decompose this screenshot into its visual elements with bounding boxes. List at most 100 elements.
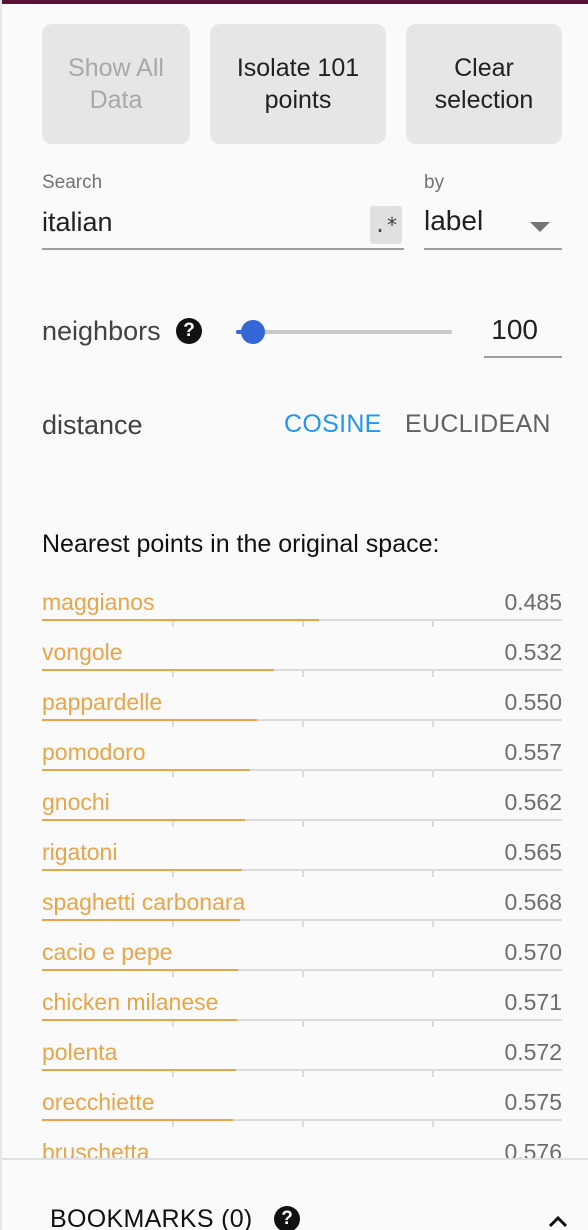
bookmarks-heading[interactable]: BOOKMARKS (0) — [50, 1205, 253, 1230]
nearest-point-distance: 0.532 — [504, 639, 562, 665]
nearest-point-row[interactable]: spaghetti carbonara 0.568 — [42, 884, 562, 934]
distance-bar — [42, 969, 238, 971]
distance-bar-tick — [172, 871, 174, 877]
nearest-point-distance: 0.568 — [504, 889, 562, 915]
nearest-point-distance: 0.570 — [504, 939, 562, 965]
distance-bar-tick — [302, 1071, 304, 1077]
distance-label: distance — [42, 410, 143, 440]
search-input-value[interactable]: italian — [42, 207, 113, 238]
distance-bar-tick — [172, 1121, 174, 1127]
nearest-point-row[interactable]: pappardelle 0.550 — [42, 684, 562, 734]
nearest-point-row[interactable]: maggianos 0.485 — [42, 584, 562, 634]
nearest-point-row[interactable]: pomodoro 0.557 — [42, 734, 562, 784]
help-circle-icon[interactable]: ? — [274, 1206, 300, 1230]
search-by-dropdown[interactable]: label — [424, 200, 562, 250]
nearest-point-label[interactable]: gnochi — [42, 789, 110, 816]
nearest-point-label[interactable]: orecchiette — [42, 1089, 155, 1116]
distance-bar-tick — [302, 821, 304, 827]
distance-bar-tick — [432, 1071, 434, 1077]
distance-bar-tick — [302, 1021, 304, 1027]
distance-bar-tick — [302, 721, 304, 727]
distance-bar-tick — [302, 621, 304, 627]
distance-bar-tick — [172, 671, 174, 677]
nearest-point-label[interactable]: spaghetti carbonara — [42, 889, 245, 916]
distance-bar-tick — [432, 621, 434, 627]
distance-bar — [42, 819, 245, 821]
distance-bar-tick — [432, 921, 434, 927]
distance-bar-tick — [432, 871, 434, 877]
nearest-point-distance: 0.485 — [504, 589, 562, 615]
distance-bar-tick — [432, 821, 434, 827]
distance-bar — [42, 1019, 237, 1021]
distance-bar-tick — [302, 771, 304, 777]
nearest-point-label[interactable]: polenta — [42, 1039, 117, 1066]
search-by-selected[interactable]: label — [424, 205, 483, 237]
distance-bar-tick — [432, 671, 434, 677]
nearest-point-distance: 0.571 — [504, 989, 562, 1015]
nearest-point-label[interactable]: bruschetta — [42, 1139, 149, 1158]
distance-bar — [42, 1119, 233, 1121]
distance-bar-tick — [172, 971, 174, 977]
nearest-point-label[interactable]: pomodoro — [42, 739, 146, 766]
distance-bar — [42, 869, 242, 871]
caret-down-icon[interactable] — [530, 222, 550, 232]
isolate-points-button[interactable]: Isolate 101 points — [210, 24, 386, 144]
nearest-points-list: maggianos 0.485 vongole 0.532 pappardelle 0.5… — [42, 584, 562, 1158]
distance-bar-tick — [432, 1121, 434, 1127]
distance-bar-tick — [302, 971, 304, 977]
search-by-label: by — [424, 172, 445, 193]
nearest-point-row[interactable]: rigatoni 0.565 — [42, 834, 562, 884]
neighbors-input[interactable]: 100 — [484, 308, 562, 358]
search-input[interactable]: italian .* — [42, 200, 404, 250]
section-divider — [2, 1158, 588, 1160]
neighbors-label: neighbors — [42, 316, 161, 346]
nearest-point-row[interactable]: vongole 0.532 — [42, 634, 562, 684]
nearest-point-row[interactable]: bruschetta 0.576 — [42, 1134, 562, 1158]
distance-bar-tick — [172, 1071, 174, 1077]
nearest-point-row[interactable]: gnochi 0.562 — [42, 784, 562, 834]
nearest-point-label[interactable]: pappardelle — [42, 689, 162, 716]
chevron-up-icon[interactable] — [546, 1210, 570, 1230]
nearest-point-row[interactable]: chicken milanese 0.571 — [42, 984, 562, 1034]
neighbors-slider-track[interactable] — [236, 330, 452, 334]
distance-bar-tick — [302, 671, 304, 677]
distance-bar-tick — [432, 971, 434, 977]
nearest-point-distance: 0.572 — [504, 1039, 562, 1065]
distance-bar-tick — [302, 1121, 304, 1127]
show-all-data-button[interactable]: Show All Data — [42, 24, 190, 144]
nearest-point-label[interactable]: maggianos — [42, 589, 155, 616]
nearest-point-row[interactable]: orecchiette 0.575 — [42, 1084, 562, 1134]
nearest-point-distance: 0.550 — [504, 689, 562, 715]
distance-option-euclidean[interactable]: EUCLIDEAN — [405, 410, 551, 439]
distance-bar-tick — [172, 921, 174, 927]
distance-bar-tick — [172, 821, 174, 827]
distance-option-cosine[interactable]: COSINE — [284, 410, 382, 439]
distance-bar — [42, 619, 319, 621]
nearest-point-label[interactable]: cacio e pepe — [42, 939, 172, 966]
nearest-point-distance: 0.576 — [504, 1139, 562, 1158]
neighbors-input-value[interactable]: 100 — [491, 314, 538, 346]
distance-bar — [42, 1069, 236, 1071]
nearest-point-label[interactable]: vongole — [42, 639, 123, 666]
nearest-point-row[interactable]: polenta 0.572 — [42, 1034, 562, 1084]
distance-bar — [42, 919, 240, 921]
neighbors-slider-thumb[interactable] — [241, 320, 265, 344]
nearest-points-heading: Nearest points in the original space: — [42, 530, 440, 558]
nearest-point-label[interactable]: rigatoni — [42, 839, 117, 866]
distance-bar-tick — [172, 721, 174, 727]
help-circle-icon[interactable]: ? — [176, 318, 202, 344]
clear-selection-button[interactable]: Clear selection — [406, 24, 562, 144]
nearest-point-distance: 0.565 — [504, 839, 562, 865]
distance-bar-tick — [432, 1021, 434, 1027]
nearest-point-distance: 0.575 — [504, 1089, 562, 1115]
distance-bar-tick — [432, 721, 434, 727]
nearest-point-row[interactable]: cacio e pepe 0.570 — [42, 934, 562, 984]
distance-bar — [42, 719, 257, 721]
nearest-point-distance: 0.562 — [504, 789, 562, 815]
nearest-point-label[interactable]: chicken milanese — [42, 989, 218, 1016]
search-label: Search — [42, 172, 103, 193]
regex-toggle-button[interactable]: .* — [370, 206, 402, 244]
distance-bar-tick — [302, 921, 304, 927]
distance-bar-tick — [302, 871, 304, 877]
nearest-point-distance: 0.557 — [504, 739, 562, 765]
